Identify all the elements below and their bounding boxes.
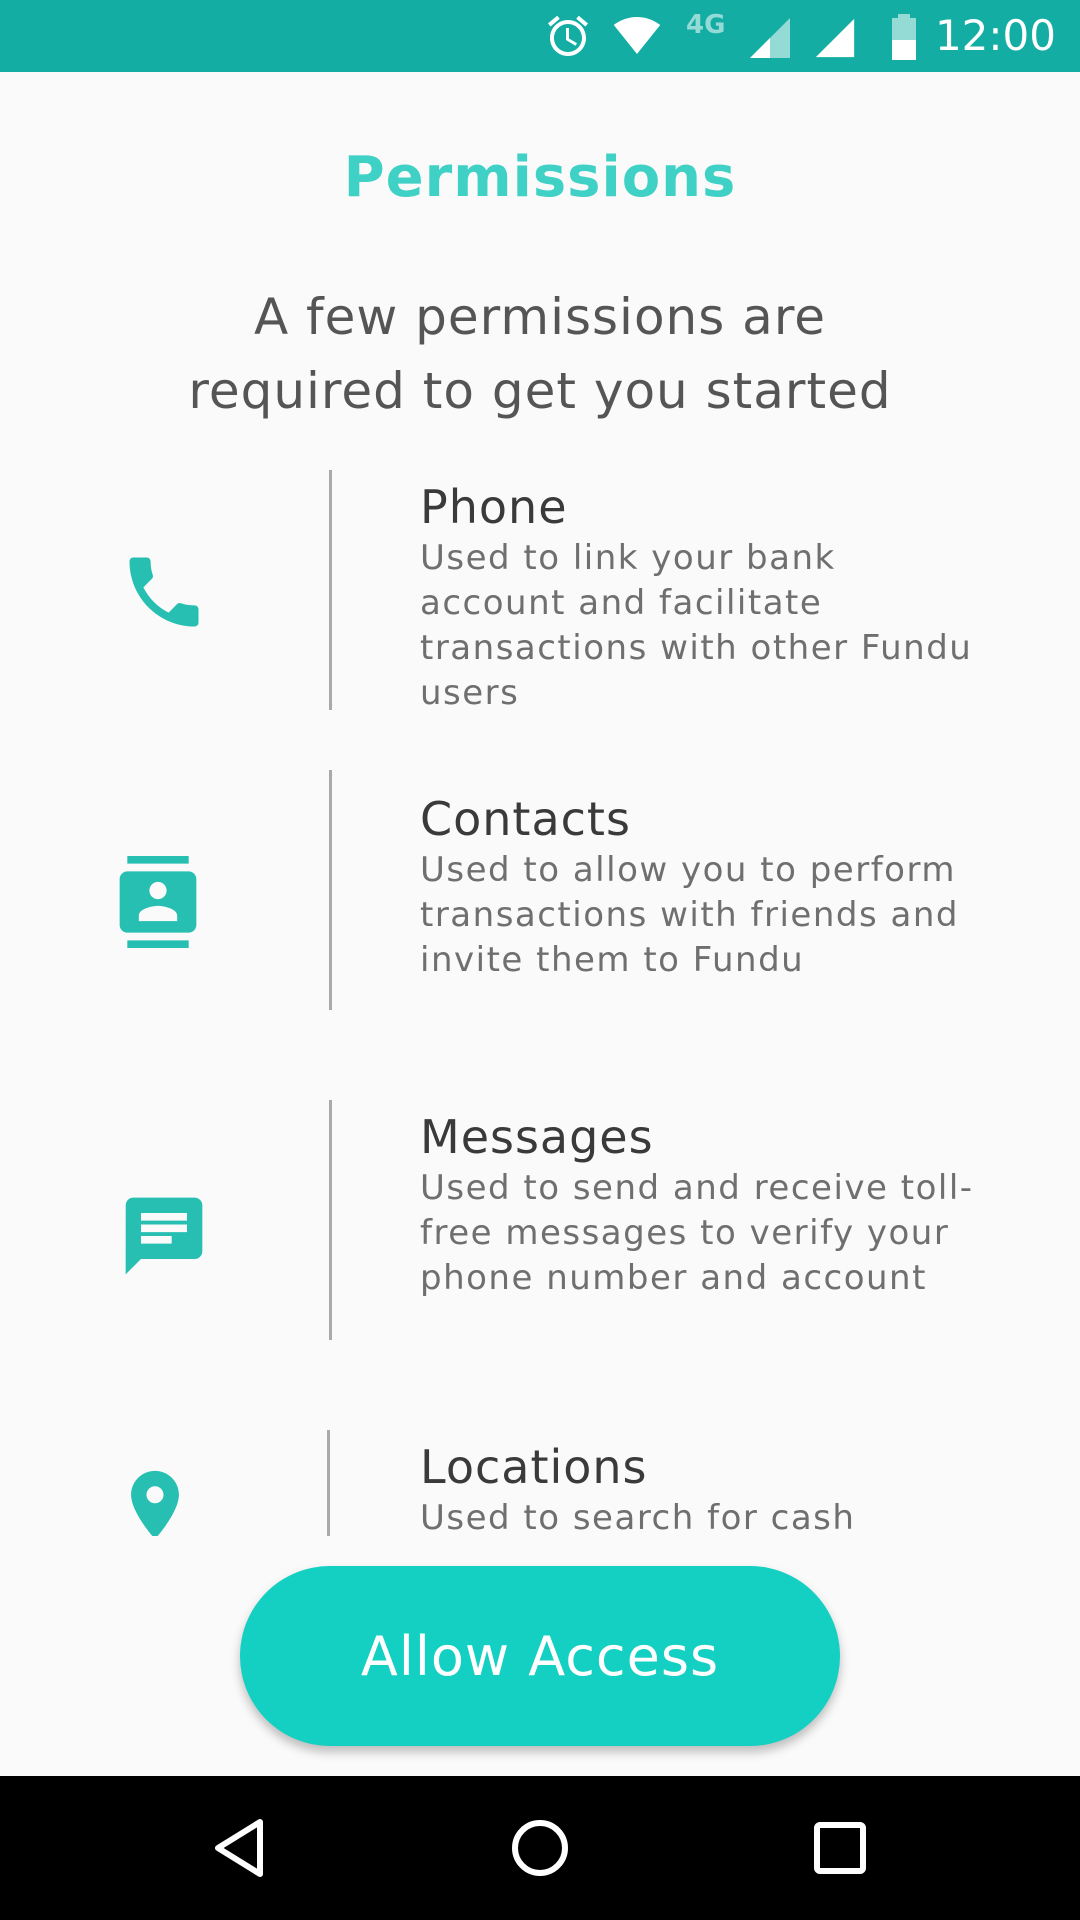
recents-icon[interactable] (804, 1812, 876, 1884)
divider (329, 1100, 332, 1340)
page-subtitle: A few permissions are required to get yo… (140, 280, 940, 428)
divider (329, 770, 332, 1010)
navigation-bar (0, 1776, 1080, 1920)
page-title: Permissions (343, 145, 737, 210)
wifi-icon (613, 17, 661, 54)
home-icon[interactable] (504, 1812, 576, 1884)
back-icon[interactable] (204, 1812, 276, 1884)
signal-icon (750, 18, 790, 58)
permission-description: Used to search for cash (420, 1498, 856, 1536)
permission-description: Used to send and receive toll-free messa… (420, 1168, 974, 1298)
permission-title: Messages (420, 1110, 654, 1164)
permissions-list[interactable]: Phone Used to link your bank account and… (0, 460, 1080, 1536)
status-time: 12:00 (934, 11, 1056, 60)
contacts-icon (119, 856, 197, 948)
signal-icon-full (815, 18, 855, 58)
divider (329, 470, 332, 710)
phone-icon (129, 557, 199, 627)
status-bar: 4G 12:00 (0, 0, 1080, 72)
subtitle-line-2: required to get you started (188, 362, 892, 420)
divider (327, 1430, 330, 1536)
permission-title: Phone (420, 480, 568, 534)
permission-title: Locations (420, 1440, 648, 1494)
allow-access-button[interactable]: Allow Access (240, 1566, 840, 1746)
network-type-label: 4G (686, 10, 726, 40)
message-icon (125, 1197, 203, 1275)
permission-title: Contacts (420, 792, 631, 846)
permission-description: Used to link your bank account and facil… (420, 538, 973, 713)
location-icon (131, 1470, 179, 1536)
battery-icon (892, 14, 916, 60)
subtitle-line-1: A few permissions are (253, 288, 827, 346)
permission-description: Used to allow you to perform transaction… (420, 850, 959, 980)
alarm-icon (548, 15, 588, 56)
